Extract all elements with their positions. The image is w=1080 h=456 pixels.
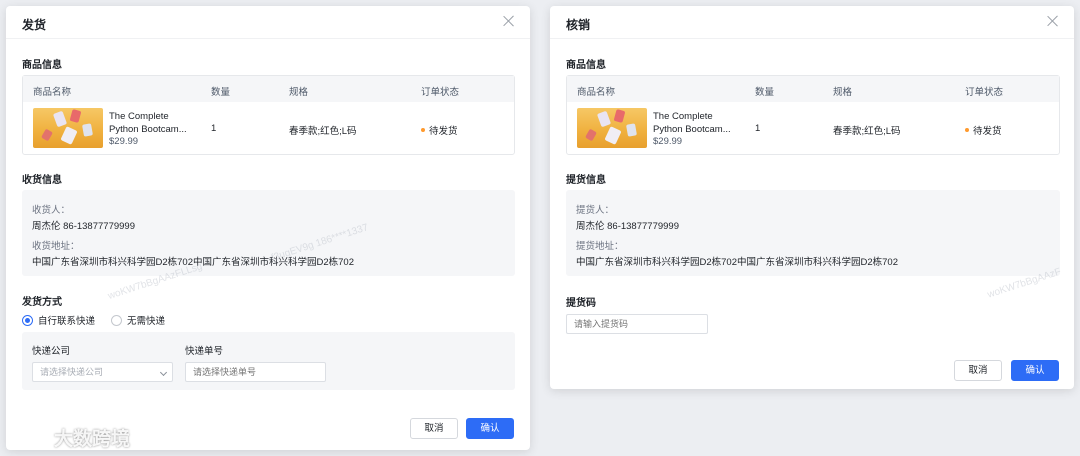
status-dot: [421, 128, 425, 133]
product-name-line1: The Complete: [653, 111, 713, 122]
verify-dialog-header: 核销: [550, 6, 1074, 39]
col-spec-header: 规格: [289, 87, 309, 98]
company-select[interactable]: 请选择快递公司: [32, 362, 173, 382]
ship-dialog-header: 发货: [6, 6, 530, 39]
goods-table-header: 商品名称 数量 规格 订单状态: [567, 76, 1059, 102]
product-qty: 1: [211, 123, 217, 134]
method-section-title: 发货方式: [22, 297, 62, 308]
goods-table-header: 商品名称 数量 规格 订单状态: [23, 76, 514, 102]
order-status: 待发货: [965, 123, 1002, 137]
close-icon[interactable]: [502, 14, 516, 28]
col-qty-header: 数量: [211, 87, 231, 98]
tracking-label: 快递单号: [185, 346, 224, 357]
product-name-line2: Python Bootcam...: [109, 124, 187, 135]
pickup-code-input[interactable]: [566, 314, 708, 334]
close-icon[interactable]: [1046, 14, 1060, 28]
goods-row: The Complete Python Bootcam... $29.99 1 …: [567, 102, 1059, 154]
product-price: $29.99: [653, 136, 683, 147]
goods-section-title: 商品信息: [566, 60, 606, 71]
company-select-placeholder: 请选择快递公司: [40, 367, 104, 377]
cancel-button[interactable]: 取消: [954, 360, 1002, 381]
addr-value: 中国广东省深圳市科兴科学园D2栋702中国广东省深圳市科兴科学园D2栋702: [32, 257, 354, 268]
col-status-header: 订单状态: [965, 87, 1004, 98]
goods-section-title: 商品信息: [22, 60, 62, 71]
tracking-input[interactable]: [185, 362, 326, 382]
ship-dialog: 发货 商品信息 商品名称 数量 规格 订单状态 The Complete Pyt…: [6, 6, 530, 450]
pick-addr-label: 提货地址：: [576, 241, 624, 252]
col-spec-header: 规格: [833, 87, 853, 98]
goods-table: 商品名称 数量 规格 订单状态 The Complete Python Boot…: [22, 75, 515, 155]
method-option-self-label: 自行联系快递: [38, 316, 96, 327]
product-price: $29.99: [109, 136, 139, 147]
status-dot: [965, 128, 969, 133]
goods-table: 商品名称 数量 规格 订单状态 The Complete Python Boot…: [566, 75, 1060, 155]
order-status-text: 待发货: [429, 126, 458, 137]
order-status-text: 待发货: [973, 126, 1002, 137]
confirm-button[interactable]: 确认: [1011, 360, 1059, 381]
pick-addr-value: 中国广东省深圳市科兴科学园D2栋702中国广东省深圳市科兴科学园D2栋702: [576, 257, 898, 268]
pick-section-title: 提货信息: [566, 175, 606, 186]
recv-label: 收货人：: [32, 205, 71, 216]
method-option-self[interactable]: 自行联系快递: [22, 313, 95, 327]
verify-dialog: 核销 商品信息 商品名称 数量 规格 订单状态 The Complete Pyt…: [550, 6, 1074, 389]
company-label: 快递公司: [32, 346, 71, 357]
pick-info-box: 提货人： 周杰伦 86-13877779999 提货地址： 中国广东省深圳市科兴…: [566, 190, 1060, 276]
product-spec: 春季款;红色;L码: [289, 126, 357, 137]
method-radio-group: 自行联系快递 无需快递: [22, 313, 181, 327]
pick-label: 提货人：: [576, 205, 615, 216]
recv-value: 周杰伦 86-13877779999: [32, 221, 135, 232]
cancel-button[interactable]: 取消: [410, 418, 458, 439]
product-name: The Complete Python Bootcam...: [653, 110, 743, 136]
product-name-line1: The Complete: [109, 111, 169, 122]
method-option-none[interactable]: 无需快递: [111, 313, 165, 327]
radio-checked-icon[interactable]: [22, 314, 33, 326]
goods-row: The Complete Python Bootcam... $29.99 1 …: [23, 102, 514, 154]
addr-label: 收货地址：: [32, 241, 80, 252]
confirm-button[interactable]: 确认: [466, 418, 514, 439]
order-status: 待发货: [421, 123, 458, 137]
brand-watermark: 大数跨境: [8, 424, 130, 451]
ship-dialog-title: 发货: [22, 18, 47, 32]
col-qty-header: 数量: [755, 87, 775, 98]
col-name-header: 商品名称: [33, 87, 72, 98]
chevron-down-icon: [159, 368, 168, 377]
product-thumbnail: [577, 108, 647, 148]
method-option-none-label: 无需快递: [127, 316, 166, 327]
shipping-fields-box: 快递公司 请选择快递公司 快递单号: [22, 332, 515, 390]
product-thumbnail: [33, 108, 103, 148]
recv-section-title: 收货信息: [22, 175, 62, 186]
col-status-header: 订单状态: [421, 87, 460, 98]
brand-text: 大数跨境: [54, 429, 131, 450]
product-name: The Complete Python Bootcam...: [109, 110, 199, 136]
brand-logo-icon: [11, 429, 47, 445]
pick-value: 周杰伦 86-13877779999: [576, 221, 679, 232]
radio-unchecked-icon[interactable]: [111, 314, 123, 326]
product-spec: 春季款;红色;L码: [833, 126, 901, 137]
product-name-line2: Python Bootcam...: [653, 124, 731, 135]
code-section-title: 提货码: [566, 298, 596, 309]
verify-dialog-title: 核销: [566, 18, 591, 32]
col-name-header: 商品名称: [577, 87, 616, 98]
recv-info-box: 收货人： 周杰伦 86-13877779999 收货地址： 中国广东省深圳市科兴…: [22, 190, 515, 276]
product-qty: 1: [755, 123, 761, 134]
